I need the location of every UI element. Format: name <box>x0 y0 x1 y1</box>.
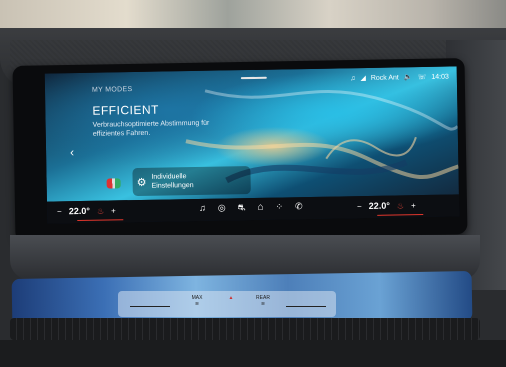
mode-flag-icon[interactable] <box>106 178 121 189</box>
rear-defrost-button[interactable]: REAR ≋ <box>252 295 274 307</box>
seat-heat-right-icon[interactable]: ♨ <box>397 201 404 210</box>
temp-left-indicator <box>77 219 124 222</box>
center-climate-panel: MAX ≋ ▲ REAR ≋ <box>118 291 336 317</box>
hazard-button[interactable]: ▲ <box>220 295 242 301</box>
max-defrost-button[interactable]: MAX ≋ <box>186 295 208 307</box>
temp-left-value[interactable]: 22.0° <box>69 206 90 216</box>
phone-status-icon: ☏ <box>417 73 427 82</box>
home-icon[interactable]: ⌂ <box>257 202 263 214</box>
gear-icon: ⚙ <box>136 176 147 189</box>
right-temp-slider[interactable] <box>286 306 326 307</box>
mode-title: EFFICIENT <box>92 102 159 118</box>
temp-right-value[interactable]: 22.0° <box>369 201 390 211</box>
car-icon[interactable]: ⛐ <box>238 202 246 214</box>
center-console <box>0 340 506 367</box>
temp-left-plus-button[interactable]: + <box>111 206 116 215</box>
left-temp-slider[interactable] <box>130 306 170 307</box>
temp-right-plus-button[interactable]: + <box>411 201 416 210</box>
climate-right: − 22.0° ♨ + <box>357 200 416 211</box>
temp-right-indicator <box>377 214 424 216</box>
air-vent <box>10 318 480 340</box>
media-title: Rock Ant <box>370 73 399 82</box>
phone-icon[interactable]: ✆ <box>295 201 303 213</box>
signal-icon: ◢ <box>360 75 366 83</box>
music-note-icon: ♫ <box>350 74 356 82</box>
navigation-icon[interactable]: ◎ <box>218 202 226 214</box>
status-bar: ♫ ◢ Rock Ant 🔈 ☏ 14:03 <box>350 73 449 83</box>
nav-icon-row: ♫ ◎ ⛐ ⌂ ⁘ ✆ <box>199 201 303 215</box>
section-label: MY MODES <box>91 86 133 94</box>
music-icon[interactable]: ♫ <box>199 203 206 215</box>
clock: 14:03 <box>431 73 449 81</box>
settings-button-label: Individuelle Einstellungen <box>151 173 194 190</box>
apps-icon[interactable]: ⁘ <box>275 201 283 213</box>
climate-left: − 22.0° ♨ + <box>57 205 116 216</box>
temp-left-minus-button[interactable]: − <box>57 207 62 216</box>
mode-description: Verbrauchsoptimierte Abstimmung für effi… <box>92 119 210 138</box>
seat-heat-left-icon[interactable]: ♨ <box>97 206 104 215</box>
individual-settings-button[interactable]: ⚙ Individuelle Einstellungen <box>132 166 251 197</box>
previous-mode-chevron-icon[interactable]: ‹ <box>70 145 74 159</box>
temp-right-minus-button[interactable]: − <box>357 202 362 211</box>
speaker-icon: 🔈 <box>403 74 413 82</box>
infotainment-screen[interactable]: ♫ ◢ Rock Ant 🔈 ☏ 14:03 MY MODES EFFICIEN… <box>44 66 460 224</box>
